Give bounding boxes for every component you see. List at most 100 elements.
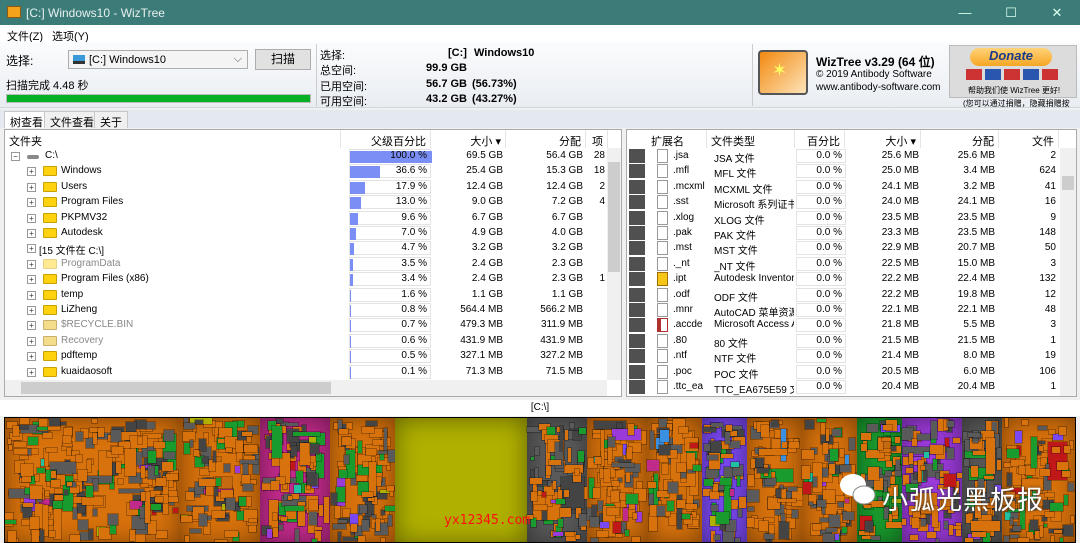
file-type-row[interactable]: .ntf NTF 文件 0.0 % 21.4 MB 8.0 MB 19 [627,349,1060,365]
expand-icon[interactable]: + [27,182,36,192]
treemap-block[interactable] [947,524,955,536]
treemap-block[interactable] [310,538,319,542]
treemap-block[interactable] [925,530,937,540]
treemap-block[interactable] [541,509,548,521]
treemap-block[interactable] [648,513,659,532]
treemap-block[interactable] [385,484,396,493]
treemap-block[interactable] [39,458,45,467]
treemap-block[interactable] [198,438,207,453]
treemap-block[interactable] [816,499,828,509]
treemap-block[interactable] [770,419,780,427]
treemap-block[interactable] [359,504,368,514]
treemap-block[interactable] [1009,516,1015,527]
treemap-block[interactable] [1030,435,1039,469]
treemap-block[interactable] [96,427,105,438]
treemap-block[interactable] [364,420,379,427]
treemap-block[interactable] [212,485,220,498]
tab-file-view[interactable]: 文件查看 [44,111,100,129]
treemap-block[interactable] [911,438,918,448]
treemap-block[interactable] [188,438,194,448]
treemap-block[interactable] [558,425,564,452]
treemap-block[interactable] [808,500,814,507]
treemap-block[interactable] [966,431,981,438]
treemap-block[interactable] [109,481,115,491]
treemap-block[interactable] [293,527,300,542]
treemap-block[interactable] [329,491,339,507]
treemap-block[interactable] [27,436,39,447]
treemap-block[interactable] [784,446,798,454]
minimize-button[interactable]: — [942,0,988,25]
treemap-block[interactable] [242,482,254,492]
tree-row[interactable]: + temp 1.6 % 1.1 GB 1.1 GB [5,287,607,303]
treemap-block[interactable] [1061,524,1075,537]
treemap-block[interactable] [48,529,56,538]
treemap-block[interactable] [890,445,898,452]
treemap-block[interactable] [109,523,117,536]
treemap-block[interactable] [828,463,836,476]
treemap-block[interactable] [920,464,927,472]
treemap-block[interactable] [907,451,915,466]
treemap-block[interactable] [901,518,907,526]
treemap-block[interactable] [919,518,927,528]
treemap-block[interactable] [27,448,33,457]
treemap-block[interactable] [730,460,740,469]
treemap-block[interactable] [34,474,40,482]
treemap-block[interactable] [298,442,312,466]
tree-column-header[interactable]: 大小 ▾ [431,130,506,148]
treemap-block[interactable] [193,449,201,457]
treemap-block[interactable] [179,515,194,523]
treemap-block[interactable] [724,430,731,446]
treemap-block[interactable] [1018,464,1026,475]
treemap-block[interactable] [1042,522,1048,529]
treemap-block[interactable] [722,529,735,542]
tree-row[interactable]: + [15 文件在 C:\] 4.7 % 3.2 GB 3.2 GB [5,241,607,257]
treemap-block[interactable] [245,436,253,444]
treemap-block[interactable] [880,436,893,443]
treemap-block[interactable] [116,477,124,485]
treemap-block[interactable] [574,533,582,540]
tree-column-header[interactable]: 分配 [506,130,586,148]
treemap-block[interactable] [271,526,279,539]
treemap-block[interactable] [1037,424,1048,432]
treemap-block[interactable] [972,450,987,457]
treemap-block[interactable] [306,472,317,487]
tree-row[interactable]: + Program Files (x86) 3.4 % 2.4 GB 2.3 GB 1 [5,272,607,287]
treemap-block[interactable] [372,439,385,447]
treemap-block[interactable] [6,437,13,446]
file-type-row[interactable]: .xlog XLOG 文件 0.0 % 23.5 MB 23.5 MB 9 [627,210,1060,227]
treemap-block[interactable] [292,483,303,495]
treemap-block[interactable] [1011,524,1022,532]
treemap-block[interactable] [705,454,719,461]
file-type-row[interactable]: .odf ODF 文件 0.0 % 22.2 MB 19.8 MB 12 [627,287,1060,304]
treemap-block[interactable] [61,435,72,444]
treemap-block[interactable] [242,444,258,454]
treemap-block[interactable] [336,531,343,542]
treemap-block[interactable] [679,470,688,480]
treemap-block[interactable] [85,475,113,484]
treemap-block[interactable] [595,529,609,539]
treemap-block[interactable] [655,505,666,518]
treemap-block[interactable] [154,495,165,503]
website-link[interactable]: www.antibody-software.com [816,82,941,93]
expand-icon[interactable]: + [27,259,36,269]
file-type-row[interactable]: .mnr AutoCAD 菜单资源 0.0 % 22.1 MB 22.1 MB 48 [627,303,1060,319]
treemap-block[interactable] [839,448,846,459]
tree-vertical-scrollbar[interactable] [607,148,621,380]
treemap-block[interactable] [916,432,931,442]
treemap-block[interactable] [869,534,882,542]
treemap-block[interactable] [954,522,962,538]
tree-row[interactable]: + ProgramData 3.5 % 2.4 GB 2.3 GB [5,256,607,272]
treemap-block[interactable] [225,496,237,512]
treemap-block[interactable] [364,447,378,456]
expand-icon[interactable]: + [27,244,36,254]
expand-icon[interactable]: + [27,321,36,331]
treemap-block[interactable] [734,537,742,542]
tree-row[interactable]: + Users 17.9 % 12.4 GB 12.4 GB 2 [5,179,607,195]
treemap-block[interactable] [7,529,17,542]
treemap-block[interactable] [38,528,45,542]
treemap-block[interactable] [307,511,319,526]
treemap-block[interactable] [647,480,658,490]
treemap-block[interactable] [1016,536,1031,542]
treemap-block[interactable] [45,480,52,487]
treemap-block[interactable] [1063,494,1069,506]
